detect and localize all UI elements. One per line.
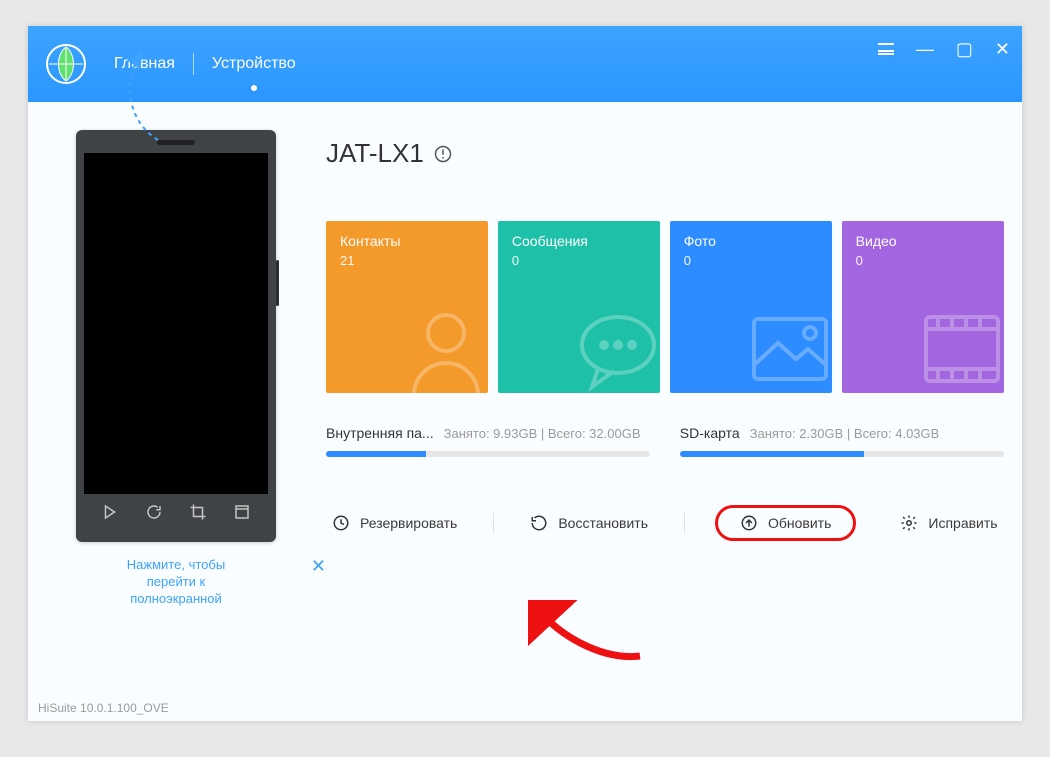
tile-videos[interactable]: Видео 0 [842, 221, 1004, 393]
hint-text: Нажмите, чтобы перейти к полноэкранной [76, 556, 276, 607]
tile-label: Сообщения [512, 233, 646, 249]
separator [493, 513, 494, 533]
restore-button[interactable]: Восстановить [524, 514, 654, 532]
video-icon [912, 299, 1004, 393]
storage-stats: Занято: 9.93GB | Всего: 32.00GB [444, 426, 641, 441]
tile-count: 0 [856, 253, 990, 268]
contacts-icon [396, 299, 488, 393]
device-name: JAT-LX1 [326, 138, 424, 169]
screencast-refresh-icon[interactable] [145, 503, 163, 526]
storage-bar [326, 451, 650, 457]
tile-messages[interactable]: Сообщения 0 [498, 221, 660, 393]
tile-label: Контакты [340, 233, 474, 249]
storage-row: Внутренняя па... Занято: 9.93GB | Всего:… [326, 425, 1004, 457]
backup-button[interactable]: Резервировать [326, 514, 463, 532]
separator [684, 513, 685, 533]
storage-label: Внутренняя па... [326, 425, 434, 441]
device-title-row: JAT-LX1 [326, 138, 1004, 169]
action-label: Обновить [768, 515, 831, 531]
tab-home[interactable]: Главная [114, 51, 175, 77]
app-window: Главная Устройство — ▢ ✕ [28, 26, 1022, 721]
category-tiles: Контакты 21 Сообщения 0 Фото 0 Видео 0 [326, 221, 1004, 393]
tile-count: 21 [340, 253, 474, 268]
menu-icon[interactable] [878, 40, 894, 58]
screencast-crop-icon[interactable] [189, 503, 207, 526]
storage-stats: Занято: 2.30GB | Всего: 4.03GB [750, 426, 940, 441]
sd-storage: SD-карта Занято: 2.30GB | Всего: 4.03GB [680, 425, 1004, 457]
hint-close-button[interactable]: ✕ [311, 556, 326, 577]
tile-contacts[interactable]: Контакты 21 [326, 221, 488, 393]
main-column: JAT-LX1 Контакты 21 Сообщения 0 [326, 130, 1004, 697]
body: ✕ Нажмите, чтобы перейти к полноэкранной… [28, 102, 1022, 697]
phone-speaker [157, 140, 195, 145]
photo-icon [740, 299, 832, 393]
tile-count: 0 [684, 253, 818, 268]
storage-bar [680, 451, 1004, 457]
close-button[interactable]: ✕ [995, 40, 1010, 58]
tile-label: Видео [856, 233, 990, 249]
screencast-play-icon[interactable] [101, 503, 119, 526]
tab-separator [193, 53, 194, 75]
action-row: Резервировать Восстановить Обновить Испр… [326, 505, 1004, 541]
action-label: Исправить [928, 515, 997, 531]
maximize-button[interactable]: ▢ [956, 40, 973, 58]
update-button[interactable]: Обновить [715, 505, 856, 541]
repair-button[interactable]: Исправить [894, 514, 1003, 532]
phone-column: ✕ Нажмите, чтобы перейти к полноэкранной [76, 130, 276, 697]
internal-storage: Внутренняя па... Занято: 9.93GB | Всего:… [326, 425, 650, 457]
tile-photos[interactable]: Фото 0 [670, 221, 832, 393]
annotation-arrow-icon [528, 600, 648, 670]
phone-nav-bar [84, 494, 268, 534]
tab-device[interactable]: Устройство [212, 51, 296, 77]
screencast-fullscreen-icon[interactable] [233, 503, 251, 526]
storage-label: SD-карта [680, 425, 740, 441]
phone-screen[interactable] [84, 153, 268, 494]
warning-icon[interactable] [434, 145, 452, 163]
action-label: Резервировать [360, 515, 457, 531]
footer-version: HiSuite 10.0.1.100_OVE [28, 697, 1022, 721]
tile-label: Фото [684, 233, 818, 249]
window-controls: — ▢ ✕ [878, 40, 1010, 58]
action-label: Восстановить [558, 515, 648, 531]
phone-mockup [76, 130, 276, 542]
fullscreen-hint: ✕ Нажмите, чтобы перейти к полноэкранной [76, 556, 276, 607]
app-logo-icon [46, 44, 86, 84]
header: Главная Устройство — ▢ ✕ [28, 26, 1022, 102]
messages-icon [568, 299, 660, 393]
phone-power-button [276, 260, 279, 306]
tile-count: 0 [512, 253, 646, 268]
nav-tabs: Главная Устройство [114, 51, 296, 77]
minimize-button[interactable]: — [916, 40, 934, 58]
